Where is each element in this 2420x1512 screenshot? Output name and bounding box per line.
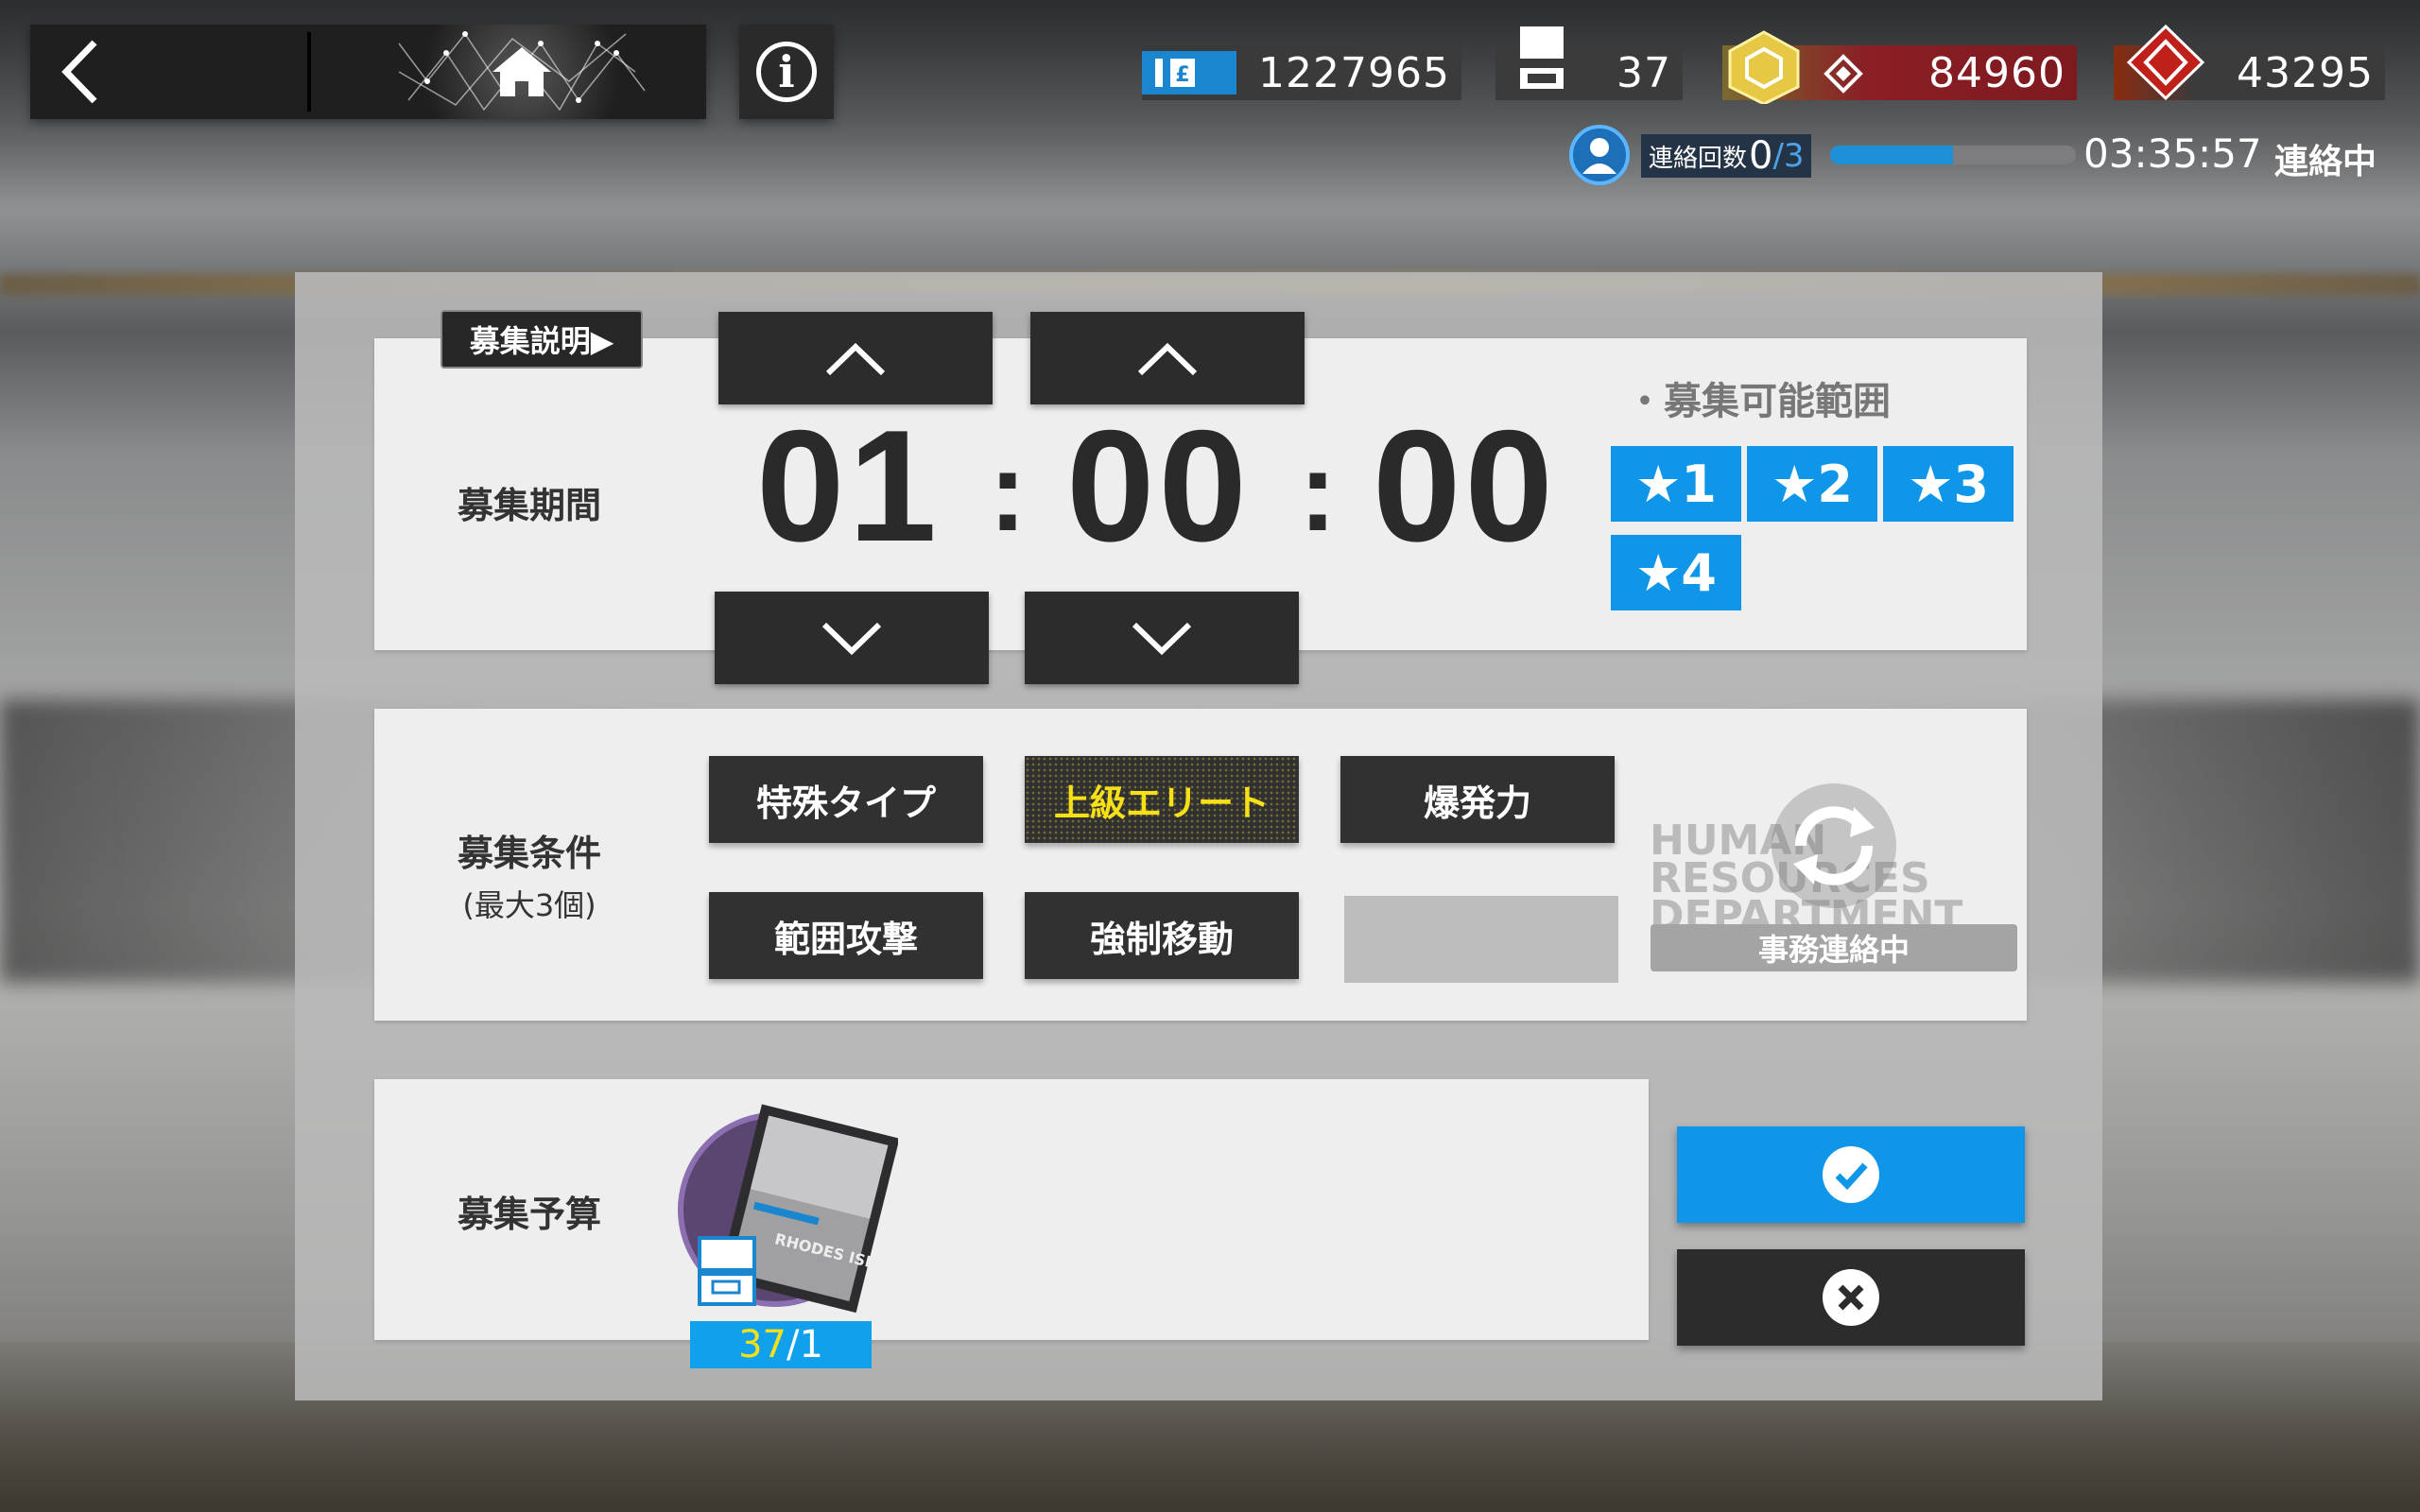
tag-button[interactable]: 強制移動 bbox=[1025, 892, 1299, 979]
recruitment-permit-item: RHODES ISLAND bbox=[671, 1096, 912, 1332]
svg-text:£: £ bbox=[1175, 63, 1189, 87]
close-icon bbox=[1823, 1269, 1879, 1326]
tag-button[interactable]: 特殊タイプ bbox=[709, 756, 983, 843]
contact-avatar-icon[interactable] bbox=[1569, 125, 1630, 185]
cancel-button[interactable] bbox=[1677, 1249, 2025, 1346]
time-colon: : bbox=[1299, 428, 1337, 555]
contact-timer: 03:35:57 bbox=[2083, 130, 2262, 177]
tag-button[interactable]: 範囲攻撃 bbox=[709, 892, 983, 979]
contact-bar: 連絡回数 0 /3 03:35:57 連絡中 bbox=[1569, 125, 2390, 185]
tag-slot-empty bbox=[1344, 896, 1618, 983]
period-label: 募集期間 bbox=[457, 485, 601, 526]
conditions-title: 募集条件 bbox=[457, 833, 601, 874]
info-icon: i bbox=[756, 42, 817, 102]
budget-current: 37 bbox=[738, 1323, 786, 1366]
time-minutes: 00 bbox=[1066, 397, 1251, 575]
info-button[interactable]: i bbox=[739, 25, 834, 119]
hours-down-button[interactable] bbox=[715, 592, 989, 684]
chevron-down-icon bbox=[1132, 622, 1192, 656]
recruit-range-title: ・募集可能範囲 bbox=[1626, 380, 1891, 423]
star-badge: ★3 bbox=[1883, 446, 2014, 522]
minutes-down-button[interactable] bbox=[1025, 592, 1299, 684]
minutes-up-button[interactable] bbox=[1030, 312, 1305, 404]
lmd-icon: £ bbox=[1142, 51, 1236, 94]
time-hours: 01 bbox=[756, 397, 941, 575]
budget-count: 37 /1 bbox=[690, 1321, 872, 1368]
orundum-value: 84960 bbox=[1928, 49, 2066, 97]
star-badge: ★2 bbox=[1747, 446, 1877, 522]
contact-status: 連絡中 bbox=[2274, 143, 2377, 181]
originium-icon bbox=[2126, 25, 2205, 100]
contact-count: 連絡回数 0 /3 bbox=[1641, 134, 1811, 178]
home-button[interactable] bbox=[389, 25, 654, 119]
conditions-label: 募集条件 (最大3個) bbox=[416, 824, 643, 925]
conditions-subtitle: (最大3個) bbox=[462, 887, 596, 923]
resource-orundum: 84960 bbox=[1722, 30, 2077, 104]
confirm-button[interactable] bbox=[1677, 1126, 2025, 1223]
contact-progress-fill bbox=[1830, 146, 1953, 164]
originium-value: 43295 bbox=[2237, 49, 2374, 97]
refresh-status-label: 事務連絡中 bbox=[1651, 924, 2017, 971]
top-nav-bar bbox=[30, 25, 706, 119]
resource-originium: 43295 bbox=[2114, 25, 2385, 100]
home-icon bbox=[493, 47, 551, 96]
hours-up-button[interactable] bbox=[718, 312, 993, 404]
nav-divider bbox=[307, 32, 311, 112]
chevron-up-icon bbox=[1137, 342, 1198, 376]
star-badge: ★4 bbox=[1611, 535, 1741, 610]
chevron-up-icon bbox=[825, 342, 886, 376]
lmd-value: 1227965 bbox=[1258, 49, 1450, 97]
time-seconds: 00 bbox=[1373, 397, 1557, 575]
contact-max: /3 bbox=[1772, 137, 1805, 175]
resource-permit: 37 bbox=[1495, 26, 1683, 100]
contact-label: 連絡回数 bbox=[1649, 144, 1748, 173]
check-icon bbox=[1823, 1146, 1879, 1203]
time-colon: : bbox=[989, 428, 1027, 555]
refresh-icon bbox=[1772, 783, 1896, 908]
recruit-explain-button[interactable]: 募集説明▶ bbox=[441, 310, 643, 369]
back-button[interactable] bbox=[30, 25, 304, 119]
permit-value: 37 bbox=[1616, 49, 1671, 97]
resource-lmd: £ 1227965 bbox=[1142, 45, 1461, 100]
contact-current: 0 bbox=[1749, 134, 1773, 178]
contact-progress-bar bbox=[1830, 146, 2076, 164]
budget-label: 募集予算 bbox=[457, 1194, 601, 1235]
tag-button[interactable]: 爆発力 bbox=[1340, 756, 1615, 843]
star-badge: ★1 bbox=[1611, 446, 1741, 522]
recruitment-permit-icon bbox=[1520, 26, 1564, 89]
budget-required: /1 bbox=[786, 1323, 823, 1366]
tag-button-selected[interactable]: 上級エリート bbox=[1025, 756, 1299, 843]
chevron-left-icon bbox=[61, 40, 97, 104]
chevron-down-icon bbox=[821, 622, 882, 656]
orundum-icon bbox=[1728, 30, 1863, 104]
